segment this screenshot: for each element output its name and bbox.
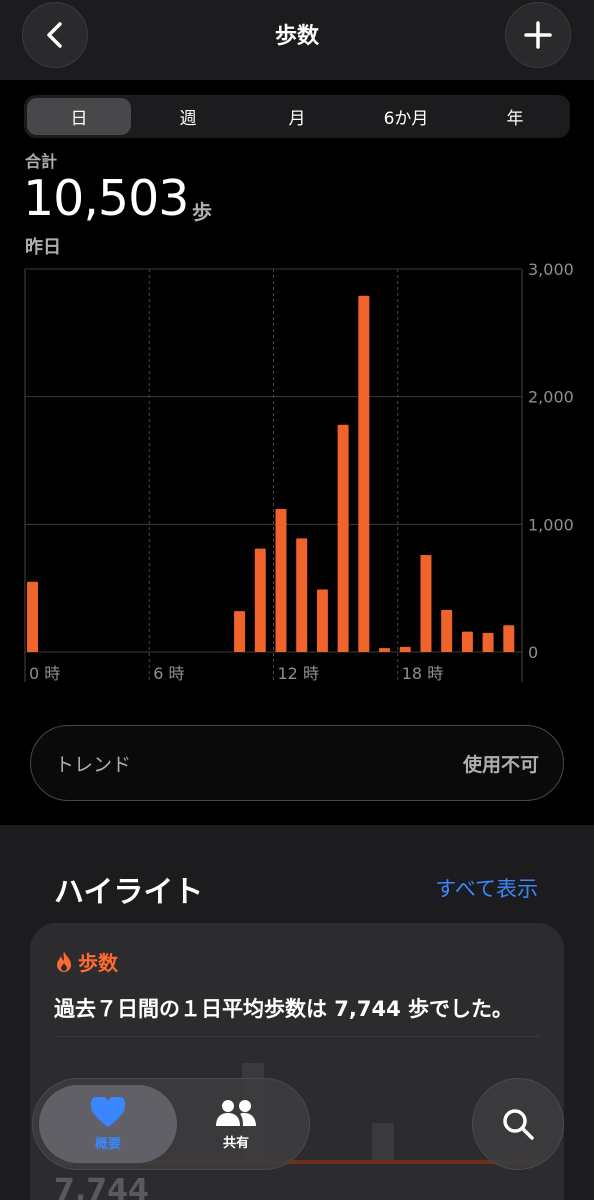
mini-chart-bar	[372, 1123, 394, 1163]
chart-bar[interactable]	[379, 648, 391, 652]
chart-bar[interactable]	[275, 509, 287, 652]
chart-bar[interactable]	[316, 589, 328, 652]
heart-icon	[90, 1096, 126, 1127]
hourly-steps-chart[interactable]: 0 時 6 時 12 時 18 時 3,000 2,000 1,000 0	[0, 250, 594, 690]
chart-bar[interactable]	[27, 581, 38, 652]
segment-six-months[interactable]: 6か月	[354, 98, 458, 135]
y-tick-label: 1,000	[528, 515, 574, 534]
chart-bar[interactable]	[296, 538, 308, 652]
show-all-link[interactable]: すべて表示	[435, 873, 538, 903]
trend-value: 使用不可	[462, 754, 539, 776]
search-icon	[503, 1109, 534, 1140]
card-average-value: 7,744	[54, 1173, 149, 1200]
chart-bar[interactable]	[461, 631, 473, 652]
x-tick-label: 0 時	[29, 664, 60, 683]
trend-label: トレンド	[55, 754, 132, 776]
card-divider	[54, 1036, 540, 1037]
chart-bar[interactable]	[441, 609, 453, 652]
chart-bar[interactable]	[420, 554, 432, 652]
chart-bar[interactable]	[503, 625, 515, 652]
tab-sharing-label: 共有	[222, 1135, 249, 1151]
y-tick-label: 3,000	[528, 260, 574, 279]
tab-sharing[interactable]: 共有	[167, 1085, 305, 1163]
segment-week[interactable]: 週	[136, 98, 240, 135]
x-tick-label: 12 時	[278, 664, 319, 683]
total-steps-unit: 歩	[192, 200, 212, 224]
flame-icon	[57, 950, 71, 972]
period-segmented-control: 日 週 月 6か月 年	[24, 95, 570, 138]
chart-bar[interactable]	[337, 424, 349, 652]
segment-day[interactable]: 日	[27, 98, 131, 135]
x-tick-label: 18 時	[402, 664, 443, 683]
tab-summary[interactable]: 概要	[39, 1085, 177, 1163]
chart-bar[interactable]	[399, 646, 411, 652]
chart-bar[interactable]	[482, 632, 494, 652]
y-tick-label: 2,000	[528, 388, 574, 407]
x-tick-label: 6 時	[153, 664, 184, 683]
chart-bar[interactable]	[254, 548, 266, 652]
highlights-title: ハイライト	[54, 875, 204, 910]
search-button[interactable]	[472, 1078, 564, 1170]
plus-icon	[524, 21, 552, 49]
chart-bar[interactable]	[358, 295, 370, 652]
total-label: 合計	[25, 152, 58, 171]
nav-header: 歩数	[0, 0, 594, 80]
total-steps-value: 10,503	[23, 170, 189, 227]
card-category-label: 歩数	[78, 951, 118, 975]
chart-bar[interactable]	[234, 611, 246, 652]
card-summary-text: 過去７日間の１日平均歩数は 7,744 歩でした。	[54, 997, 514, 1021]
add-button[interactable]	[505, 2, 571, 68]
segment-month[interactable]: 月	[245, 98, 349, 135]
tab-bar: 概要 共有	[32, 1078, 310, 1170]
segment-year[interactable]: 年	[463, 98, 567, 135]
tab-summary-label: 概要	[94, 1136, 121, 1152]
people-icon	[216, 1099, 256, 1126]
y-tick-label: 0	[528, 643, 538, 662]
card-header: 歩数	[54, 947, 118, 976]
trend-row[interactable]: トレンド 使用不可	[30, 725, 564, 801]
